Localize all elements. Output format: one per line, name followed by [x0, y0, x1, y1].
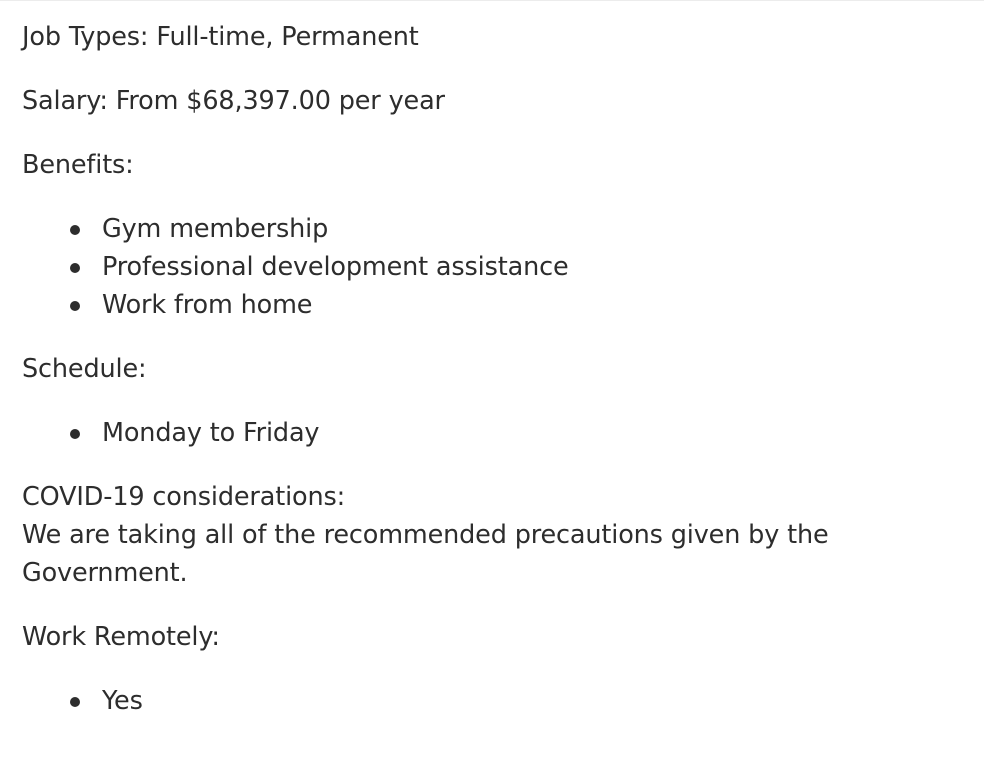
work-remotely-heading: Work Remotely: — [22, 622, 220, 652]
list-item: Monday to Friday — [22, 414, 952, 452]
job-types-text: Job Types: Full-time, Permanent — [22, 22, 419, 52]
work-remotely-list: Yes — [22, 682, 952, 720]
bullet-icon — [70, 429, 80, 439]
schedule-label: Monday to Friday — [102, 418, 320, 448]
benefit-label: Work from home — [102, 290, 313, 320]
list-item: Yes — [22, 682, 952, 720]
work-remotely-label: Yes — [102, 686, 143, 716]
job-description: Job Types: Full-time, Permanent Salary: … — [22, 18, 952, 746]
covid-heading: COVID-19 considerations: — [22, 482, 346, 512]
salary-text: Salary: From $68,397.00 per year — [22, 86, 445, 116]
list-item: Gym membership — [22, 210, 952, 248]
bullet-icon — [70, 697, 80, 707]
bullet-icon — [70, 301, 80, 311]
benefits-list: Gym membership Professional development … — [22, 210, 952, 324]
top-divider — [0, 0, 984, 1]
covid-text: We are taking all of the recommended pre… — [22, 520, 829, 588]
covid-section: COVID-19 considerations: We are taking a… — [22, 478, 952, 592]
bullet-icon — [70, 263, 80, 273]
list-item: Work from home — [22, 286, 952, 324]
benefit-label: Professional development assistance — [102, 252, 569, 282]
list-item: Professional development assistance — [22, 248, 952, 286]
benefit-label: Gym membership — [102, 214, 329, 244]
schedule-list: Monday to Friday — [22, 414, 952, 452]
benefits-heading: Benefits: — [22, 150, 134, 180]
schedule-heading: Schedule: — [22, 354, 147, 384]
bullet-icon — [70, 225, 80, 235]
